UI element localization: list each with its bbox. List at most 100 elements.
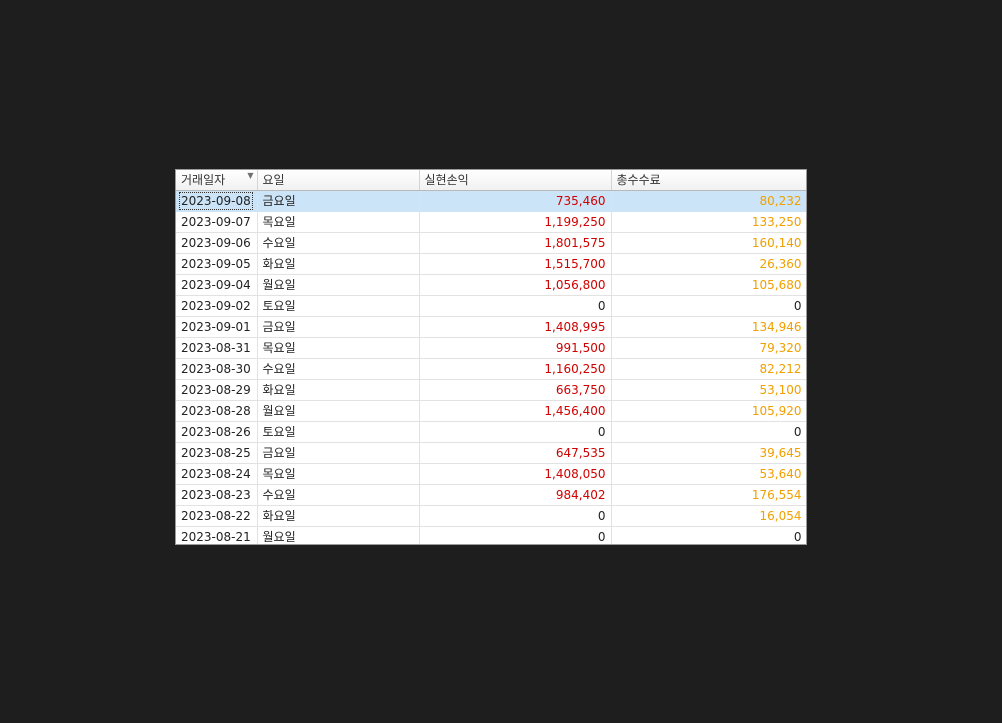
cell-trade-date[interactable]: 2023-08-23 (176, 484, 258, 506)
cell-weekday[interactable]: 목요일 (257, 463, 420, 485)
cell-realized-pnl[interactable]: 0 (419, 421, 612, 443)
cell-trade-date[interactable]: 2023-08-21 (176, 526, 258, 544)
cell-realized-pnl[interactable]: 663,750 (419, 379, 612, 401)
cell-total-fee[interactable]: 105,920 (611, 400, 806, 422)
cell-trade-date[interactable]: 2023-09-08 (176, 190, 258, 212)
cell-weekday[interactable]: 목요일 (257, 337, 420, 359)
cell-total-fee-text: 0 (793, 298, 802, 313)
table-row[interactable]: 2023-08-31 목요일 991,500 79,320 (176, 337, 806, 359)
cell-realized-pnl[interactable]: 0 (419, 505, 612, 527)
cell-trade-date[interactable]: 2023-08-25 (176, 442, 258, 464)
cell-trade-date[interactable]: 2023-09-04 (176, 274, 258, 296)
cell-weekday[interactable]: 수요일 (257, 484, 420, 506)
cell-total-fee[interactable]: 39,645 (611, 442, 806, 464)
sort-desc-icon[interactable]: ▼ (247, 171, 253, 180)
cell-weekday[interactable]: 토요일 (257, 421, 420, 443)
cell-realized-pnl[interactable]: 1,515,700 (419, 253, 612, 275)
cell-realized-pnl[interactable]: 984,402 (419, 484, 612, 506)
table-row[interactable]: 2023-08-24 목요일 1,408,050 53,640 (176, 463, 806, 485)
cell-total-fee[interactable]: 53,640 (611, 463, 806, 485)
cell-weekday[interactable]: 화요일 (257, 379, 420, 401)
table-row[interactable]: 2023-08-25 금요일 647,535 39,645 (176, 442, 806, 464)
cell-weekday[interactable]: 금요일 (257, 442, 420, 464)
table-row[interactable]: 2023-08-21 월요일 0 0 (176, 526, 806, 544)
cell-trade-date-text: 2023-09-08 (179, 191, 253, 210)
cell-weekday[interactable]: 수요일 (257, 232, 420, 254)
table-row[interactable]: 2023-09-04 월요일 1,056,800 105,680 (176, 274, 806, 296)
cell-weekday[interactable]: 월요일 (257, 274, 420, 296)
cell-trade-date[interactable]: 2023-09-02 (176, 295, 258, 317)
cell-total-fee[interactable]: 16,054 (611, 505, 806, 527)
cell-total-fee[interactable]: 133,250 (611, 211, 806, 233)
table-row[interactable]: 2023-09-05 화요일 1,515,700 26,360 (176, 253, 806, 275)
cell-total-fee[interactable]: 26,360 (611, 253, 806, 275)
cell-weekday[interactable]: 목요일 (257, 211, 420, 233)
cell-weekday-text: 목요일 (262, 467, 296, 481)
cell-total-fee[interactable]: 0 (611, 421, 806, 443)
cell-trade-date[interactable]: 2023-08-31 (176, 337, 258, 359)
cell-realized-pnl-text: 984,402 (555, 487, 606, 502)
cell-total-fee[interactable]: 160,140 (611, 232, 806, 254)
cell-weekday-text: 월요일 (262, 278, 296, 292)
cell-total-fee[interactable]: 79,320 (611, 337, 806, 359)
cell-trade-date[interactable]: 2023-08-22 (176, 505, 258, 527)
cell-weekday[interactable]: 토요일 (257, 295, 420, 317)
cell-total-fee[interactable]: 134,946 (611, 316, 806, 338)
cell-weekday[interactable]: 수요일 (257, 358, 420, 380)
cell-trade-date[interactable]: 2023-09-01 (176, 316, 258, 338)
cell-total-fee[interactable]: 0 (611, 526, 806, 544)
cell-realized-pnl[interactable]: 1,408,050 (419, 463, 612, 485)
column-header-date[interactable]: 거래일자 ▼ (176, 170, 258, 191)
cell-weekday-text: 토요일 (262, 425, 296, 439)
cell-realized-pnl[interactable]: 0 (419, 526, 612, 544)
table-row[interactable]: 2023-08-30 수요일 1,160,250 82,212 (176, 358, 806, 380)
cell-realized-pnl[interactable]: 735,460 (419, 190, 612, 212)
trade-history-grid[interactable]: 거래일자 ▼ 요일 실현손익 총수수료 2023-09-08 금요일 735,460… (175, 169, 807, 545)
column-header-total-fee[interactable]: 총수수료 (611, 170, 806, 191)
table-row[interactable]: 2023-09-06 수요일 1,801,575 160,140 (176, 232, 806, 254)
cell-trade-date[interactable]: 2023-08-26 (176, 421, 258, 443)
table-row[interactable]: 2023-08-28 월요일 1,456,400 105,920 (176, 400, 806, 422)
table-row[interactable]: 2023-09-02 토요일 0 0 (176, 295, 806, 317)
cell-total-fee[interactable]: 105,680 (611, 274, 806, 296)
table-row[interactable]: 2023-08-26 토요일 0 0 (176, 421, 806, 443)
cell-realized-pnl[interactable]: 1,160,250 (419, 358, 612, 380)
table-row[interactable]: 2023-08-23 수요일 984,402 176,554 (176, 484, 806, 506)
column-header-weekday[interactable]: 요일 (257, 170, 420, 191)
table-row[interactable]: 2023-09-08 금요일 735,460 80,232 (176, 190, 806, 212)
cell-realized-pnl[interactable]: 647,535 (419, 442, 612, 464)
cell-weekday[interactable]: 화요일 (257, 505, 420, 527)
cell-trade-date[interactable]: 2023-08-28 (176, 400, 258, 422)
cell-trade-date-text: 2023-09-05 (181, 256, 251, 271)
cell-trade-date-text: 2023-08-30 (181, 361, 251, 376)
table-row[interactable]: 2023-09-01 금요일 1,408,995 134,946 (176, 316, 806, 338)
cell-weekday[interactable]: 월요일 (257, 526, 420, 544)
cell-weekday-text: 수요일 (262, 236, 296, 250)
cell-realized-pnl[interactable]: 991,500 (419, 337, 612, 359)
cell-weekday[interactable]: 금요일 (257, 316, 420, 338)
cell-total-fee[interactable]: 53,100 (611, 379, 806, 401)
cell-trade-date[interactable]: 2023-08-24 (176, 463, 258, 485)
cell-realized-pnl[interactable]: 1,408,995 (419, 316, 612, 338)
cell-realized-pnl[interactable]: 1,801,575 (419, 232, 612, 254)
cell-realized-pnl[interactable]: 0 (419, 295, 612, 317)
cell-total-fee[interactable]: 82,212 (611, 358, 806, 380)
cell-total-fee[interactable]: 80,232 (611, 190, 806, 212)
cell-total-fee[interactable]: 0 (611, 295, 806, 317)
table-row[interactable]: 2023-08-29 화요일 663,750 53,100 (176, 379, 806, 401)
cell-trade-date[interactable]: 2023-08-30 (176, 358, 258, 380)
column-header-realized-pnl[interactable]: 실현손익 (419, 170, 612, 191)
cell-weekday[interactable]: 월요일 (257, 400, 420, 422)
cell-trade-date[interactable]: 2023-09-06 (176, 232, 258, 254)
cell-realized-pnl[interactable]: 1,056,800 (419, 274, 612, 296)
cell-trade-date[interactable]: 2023-09-05 (176, 253, 258, 275)
cell-total-fee[interactable]: 176,554 (611, 484, 806, 506)
cell-weekday[interactable]: 화요일 (257, 253, 420, 275)
cell-realized-pnl[interactable]: 1,456,400 (419, 400, 612, 422)
cell-trade-date[interactable]: 2023-08-29 (176, 379, 258, 401)
table-row[interactable]: 2023-08-22 화요일 0 16,054 (176, 505, 806, 527)
table-row[interactable]: 2023-09-07 목요일 1,199,250 133,250 (176, 211, 806, 233)
cell-trade-date[interactable]: 2023-09-07 (176, 211, 258, 233)
cell-weekday[interactable]: 금요일 (257, 190, 420, 212)
cell-realized-pnl[interactable]: 1,199,250 (419, 211, 612, 233)
